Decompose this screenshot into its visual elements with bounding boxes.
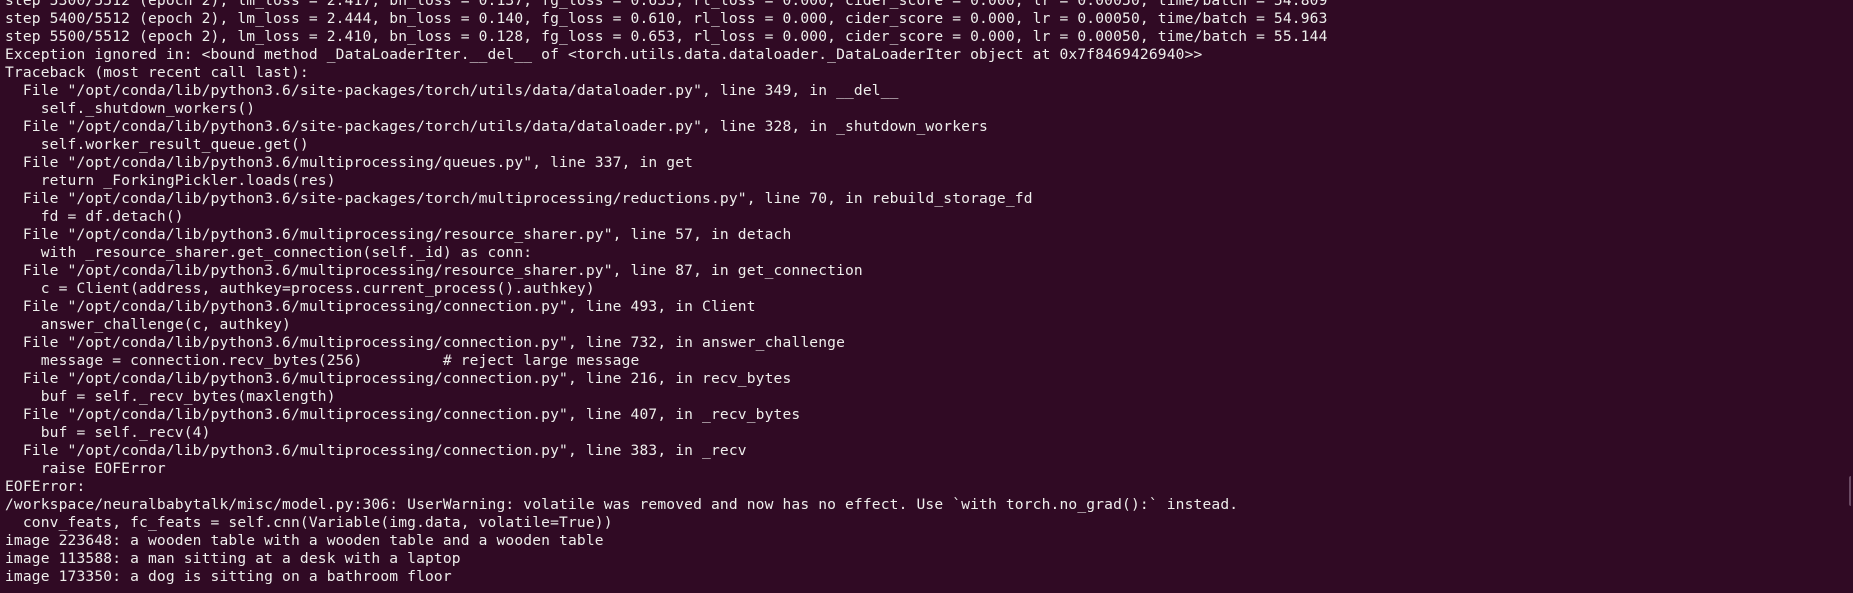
terminal-output: step 5300/5512 (epoch 2), lm_loss = 2.41… bbox=[5, 0, 1328, 586]
log-line: File "/opt/conda/lib/python3.6/multiproc… bbox=[5, 262, 863, 279]
log-line: self._shutdown_workers() bbox=[5, 100, 256, 117]
scrollbar-handle[interactable] bbox=[1849, 476, 1853, 506]
log-line: Exception ignored in: <bound method _Dat… bbox=[5, 46, 1203, 63]
log-line: c = Client(address, authkey=process.curr… bbox=[5, 280, 595, 297]
log-line: answer_challenge(c, authkey) bbox=[5, 316, 291, 333]
log-line: File "/opt/conda/lib/python3.6/site-pack… bbox=[5, 118, 988, 135]
log-line: File "/opt/conda/lib/python3.6/multiproc… bbox=[5, 406, 801, 423]
log-line: buf = self._recv(4) bbox=[5, 424, 211, 441]
log-line: conv_feats, fc_feats = self.cnn(Variable… bbox=[5, 514, 613, 531]
log-line: image 173350: a dog is sitting on a bath… bbox=[5, 568, 452, 585]
log-line: return _ForkingPickler.loads(res) bbox=[5, 172, 336, 189]
log-line: fd = df.detach() bbox=[5, 208, 184, 225]
log-line: File "/opt/conda/lib/python3.6/multiproc… bbox=[5, 298, 756, 315]
log-line: image 113588: a man sitting at a desk wi… bbox=[5, 550, 461, 567]
log-line: EOFError: bbox=[5, 478, 86, 495]
log-line: Traceback (most recent call last): bbox=[5, 64, 309, 81]
log-line: File "/opt/conda/lib/python3.6/multiproc… bbox=[5, 154, 694, 171]
log-line: File "/opt/conda/lib/python3.6/multiproc… bbox=[5, 226, 792, 243]
log-line: raise EOFError bbox=[5, 460, 166, 477]
log-line: File "/opt/conda/lib/python3.6/site-pack… bbox=[5, 82, 899, 99]
log-line: /workspace/neuralbabytalk/misc/model.py:… bbox=[5, 496, 1239, 513]
log-line: File "/opt/conda/lib/python3.6/multiproc… bbox=[5, 442, 747, 459]
log-line: step 5500/5512 (epoch 2), lm_loss = 2.41… bbox=[5, 28, 1328, 45]
terminal-window[interactable]: step 5300/5512 (epoch 2), lm_loss = 2.41… bbox=[0, 0, 1853, 593]
log-line: step 5300/5512 (epoch 2), lm_loss = 2.41… bbox=[5, 0, 1328, 9]
log-line: File "/opt/conda/lib/python3.6/multiproc… bbox=[5, 370, 792, 387]
log-line: File "/opt/conda/lib/python3.6/multiproc… bbox=[5, 334, 846, 351]
log-line: File "/opt/conda/lib/python3.6/site-pack… bbox=[5, 190, 1033, 207]
log-line: message = connection.recv_bytes(256) # r… bbox=[5, 352, 640, 369]
log-line: step 5400/5512 (epoch 2), lm_loss = 2.44… bbox=[5, 10, 1328, 27]
log-line: self.worker_result_queue.get() bbox=[5, 136, 309, 153]
log-line: with _resource_sharer.get_connection(sel… bbox=[5, 244, 533, 261]
log-line: image 223648: a wooden table with a wood… bbox=[5, 532, 604, 549]
log-line: buf = self._recv_bytes(maxlength) bbox=[5, 388, 336, 405]
